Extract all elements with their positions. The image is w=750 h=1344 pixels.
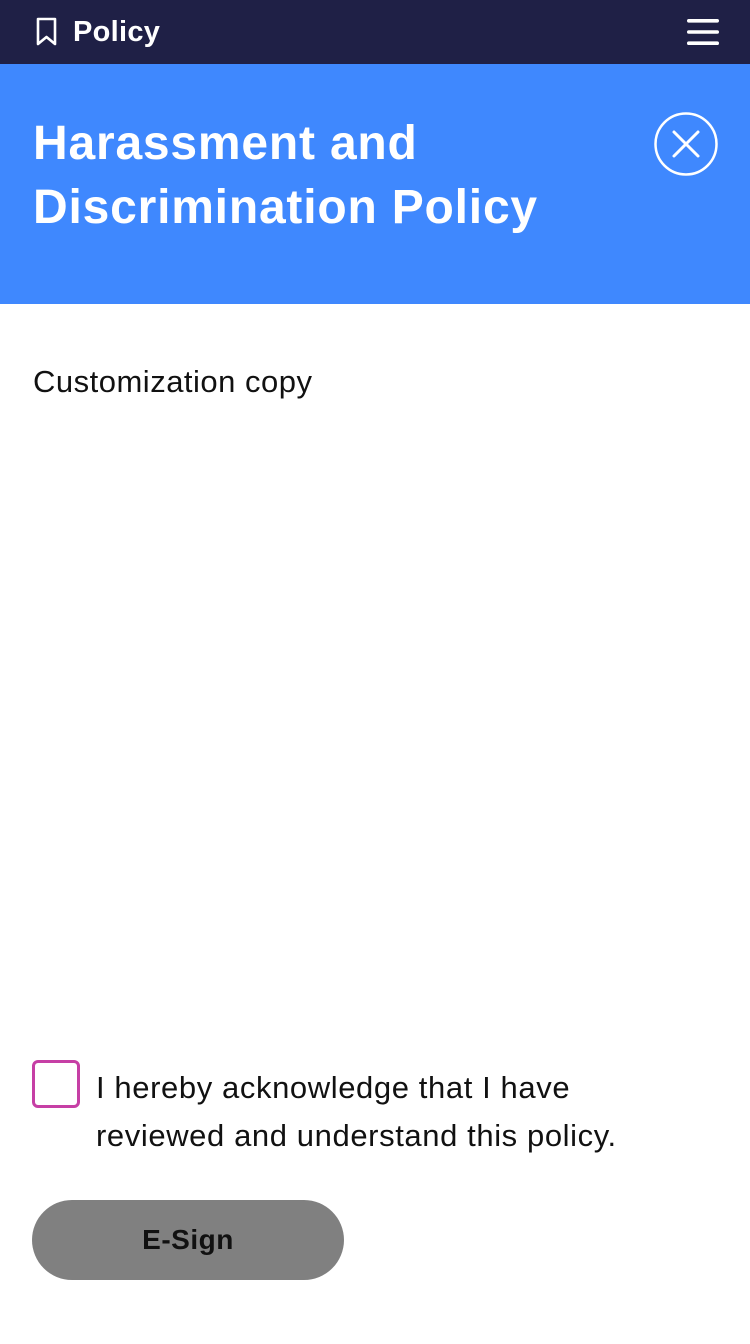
policy-screen: Policy Harassment and Discrimination Pol… — [0, 0, 750, 1344]
esign-button[interactable]: E-Sign — [32, 1200, 344, 1280]
nav-title: Policy — [73, 16, 161, 48]
acknowledge-label[interactable]: I hereby acknowledge that I have reviewe… — [96, 1064, 706, 1160]
policy-body-text: Customization copy — [33, 364, 313, 399]
policy-title: Harassment and Discrimination Policy — [33, 117, 538, 234]
hamburger-menu-icon[interactable] — [684, 16, 722, 48]
top-navigation-bar: Policy — [0, 0, 750, 64]
policy-header: Harassment and Discrimination Policy — [0, 64, 750, 304]
close-icon[interactable] — [654, 112, 718, 176]
bookmark-icon — [36, 17, 57, 46]
acknowledge-checkbox[interactable] — [32, 1060, 80, 1108]
